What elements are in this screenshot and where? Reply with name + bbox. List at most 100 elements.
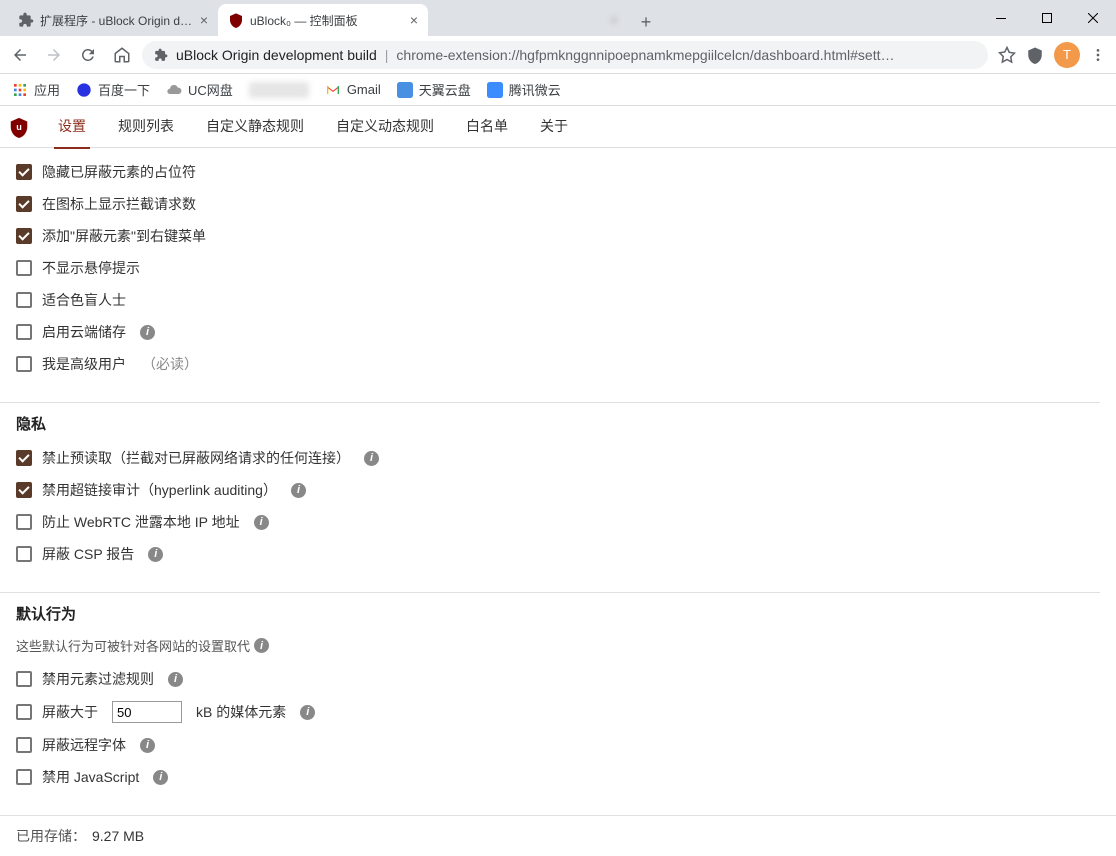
svg-text:u: u bbox=[16, 121, 22, 131]
setting-color-blind: 适合色盲人士 bbox=[16, 284, 1100, 316]
info-icon[interactable]: i bbox=[291, 483, 306, 498]
gmail-icon bbox=[325, 82, 341, 98]
bookmark-apps[interactable]: 应用 bbox=[12, 80, 60, 99]
bookmark-blurred[interactable] bbox=[249, 82, 309, 98]
info-icon[interactable]: i bbox=[300, 705, 315, 720]
tab-settings[interactable]: 设置 bbox=[54, 105, 90, 149]
bookmark-tencent[interactable]: 腾讯微云 bbox=[487, 80, 561, 99]
browser-chrome: 扩展程序 - uBlock Origin devel × uBlock₀ — 控… bbox=[0, 0, 1116, 106]
info-icon[interactable]: i bbox=[140, 325, 155, 340]
baidu-icon bbox=[76, 82, 92, 98]
defaults-subtext: 这些默认行为可被针对各网站的设置取代i bbox=[16, 632, 1100, 663]
tab-bar: 扩展程序 - uBlock Origin devel × uBlock₀ — 控… bbox=[0, 0, 1116, 36]
checkbox[interactable] bbox=[16, 324, 32, 340]
setting-webrtc: 防止 WebRTC 泄露本地 IP 地址i bbox=[16, 506, 1100, 538]
omnibox-url: chrome-extension://hgfpmknggnnipoepnamkm… bbox=[396, 47, 894, 63]
setting-disable-prefetch: 禁止预读取（拦截对已屏蔽网络请求的任何连接）i bbox=[16, 442, 1100, 474]
ublock-icon bbox=[228, 12, 244, 28]
setting-hide-placeholders: 隐藏已屏蔽元素的占位符 bbox=[16, 156, 1100, 188]
section-defaults: 默认行为 bbox=[0, 592, 1100, 624]
menu-icon[interactable] bbox=[1090, 47, 1106, 63]
section-privacy: 隐私 bbox=[0, 402, 1100, 434]
tianyi-icon bbox=[397, 82, 413, 98]
tab-title: 扩展程序 - uBlock Origin devel bbox=[40, 12, 194, 29]
extension-icon bbox=[154, 48, 168, 62]
close-icon[interactable]: × bbox=[410, 12, 418, 28]
checkbox[interactable] bbox=[16, 164, 32, 180]
tab-ublock-dashboard[interactable]: uBlock₀ — 控制面板 × bbox=[218, 4, 428, 36]
info-icon[interactable]: i bbox=[153, 770, 168, 785]
setting-csp-reports: 屏蔽 CSP 报告i bbox=[16, 538, 1100, 570]
address-bar-row: uBlock Origin development build | chrome… bbox=[0, 36, 1116, 74]
home-button[interactable] bbox=[108, 41, 136, 69]
new-tab-button[interactable]: + bbox=[632, 8, 660, 36]
checkbox[interactable] bbox=[16, 514, 32, 530]
info-icon[interactable]: i bbox=[168, 672, 183, 687]
setting-context-menu: 添加"屏蔽元素"到右键菜单 bbox=[16, 220, 1100, 252]
checkbox[interactable] bbox=[16, 769, 32, 785]
setting-no-tooltips: 不显示悬停提示 bbox=[16, 252, 1100, 284]
setting-show-badge: 在图标上显示拦截请求数 bbox=[16, 188, 1100, 220]
checkbox[interactable] bbox=[16, 196, 32, 212]
bookmarks-bar: 应用 百度一下 UC网盘 Gmail 天翼云盘 腾讯微云 bbox=[0, 74, 1116, 106]
info-icon[interactable]: i bbox=[140, 738, 155, 753]
reload-button[interactable] bbox=[74, 41, 102, 69]
tab-my-filters[interactable]: 自定义静态规则 bbox=[202, 105, 308, 149]
close-icon[interactable]: × bbox=[200, 12, 208, 28]
avatar[interactable]: T bbox=[1054, 42, 1080, 68]
info-icon[interactable]: i bbox=[254, 515, 269, 530]
tab-my-rules[interactable]: 自定义动态规则 bbox=[332, 105, 438, 149]
settings-content: 隐藏已屏蔽元素的占位符 在图标上显示拦截请求数 添加"屏蔽元素"到右键菜单 不显… bbox=[0, 148, 1116, 856]
cloud-icon bbox=[166, 82, 182, 98]
checkbox[interactable] bbox=[16, 292, 32, 308]
checkbox[interactable] bbox=[16, 546, 32, 562]
checkbox[interactable] bbox=[16, 737, 32, 753]
checkbox[interactable] bbox=[16, 356, 32, 372]
ublock-toolbar-icon[interactable] bbox=[1026, 46, 1044, 64]
checkbox[interactable] bbox=[16, 260, 32, 276]
bookmark-baidu[interactable]: 百度一下 bbox=[76, 80, 150, 99]
minimize-button[interactable] bbox=[978, 0, 1024, 36]
extension-tab-bar: u 设置 规则列表 自定义静态规则 自定义动态规则 白名单 关于 bbox=[0, 106, 1116, 148]
storage-used: 已用存储：9.27 MB bbox=[0, 815, 1116, 856]
tab-about[interactable]: 关于 bbox=[536, 105, 572, 149]
setting-block-remote-fonts: 屏蔽远程字体i bbox=[16, 729, 1100, 761]
setting-advanced-user: 我是高级用户（必读） bbox=[16, 348, 1100, 380]
tab-extensions[interactable]: 扩展程序 - uBlock Origin devel × bbox=[8, 4, 218, 36]
apps-icon bbox=[12, 82, 28, 98]
bookmark-uc[interactable]: UC网盘 bbox=[166, 80, 233, 99]
bookmark-tianyi[interactable]: 天翼云盘 bbox=[397, 80, 471, 99]
info-icon[interactable]: i bbox=[148, 547, 163, 562]
omnibox-ext-name: uBlock Origin development build bbox=[176, 47, 377, 63]
checkbox[interactable] bbox=[16, 704, 32, 720]
setting-disable-cosmetic: 禁用元素过滤规则i bbox=[16, 663, 1100, 695]
tab-title: uBlock₀ — 控制面板 bbox=[250, 12, 404, 29]
setting-disable-js: 禁用 JavaScripti bbox=[16, 761, 1100, 793]
tab-filter-lists[interactable]: 规则列表 bbox=[114, 105, 178, 149]
tencent-icon bbox=[487, 82, 503, 98]
setting-block-large-media: 屏蔽大于 kB 的媒体元素i bbox=[16, 695, 1100, 729]
checkbox[interactable] bbox=[16, 482, 32, 498]
maximize-button[interactable] bbox=[1024, 0, 1070, 36]
omnibox[interactable]: uBlock Origin development build | chrome… bbox=[142, 41, 988, 69]
checkbox[interactable] bbox=[16, 450, 32, 466]
info-icon[interactable]: i bbox=[254, 638, 269, 653]
checkbox[interactable] bbox=[16, 228, 32, 244]
media-size-input[interactable] bbox=[112, 701, 182, 723]
forward-button[interactable] bbox=[40, 41, 68, 69]
close-icon[interactable]: × bbox=[610, 12, 618, 28]
star-icon[interactable] bbox=[998, 46, 1016, 64]
setting-disable-hyperlink-auditing: 禁用超链接审计（hyperlink auditing）i bbox=[16, 474, 1100, 506]
bookmark-gmail[interactable]: Gmail bbox=[325, 82, 381, 98]
toolbar-right: T bbox=[994, 42, 1110, 68]
info-icon[interactable]: i bbox=[364, 451, 379, 466]
close-window-button[interactable] bbox=[1070, 0, 1116, 36]
back-button[interactable] bbox=[6, 41, 34, 69]
puzzle-icon bbox=[18, 12, 34, 28]
tab-whitelist[interactable]: 白名单 bbox=[462, 105, 512, 149]
tab-other[interactable]: × bbox=[428, 4, 628, 36]
window-controls bbox=[978, 0, 1116, 36]
ublock-logo-icon: u bbox=[8, 116, 30, 138]
setting-cloud-storage: 启用云端储存i bbox=[16, 316, 1100, 348]
checkbox[interactable] bbox=[16, 671, 32, 687]
